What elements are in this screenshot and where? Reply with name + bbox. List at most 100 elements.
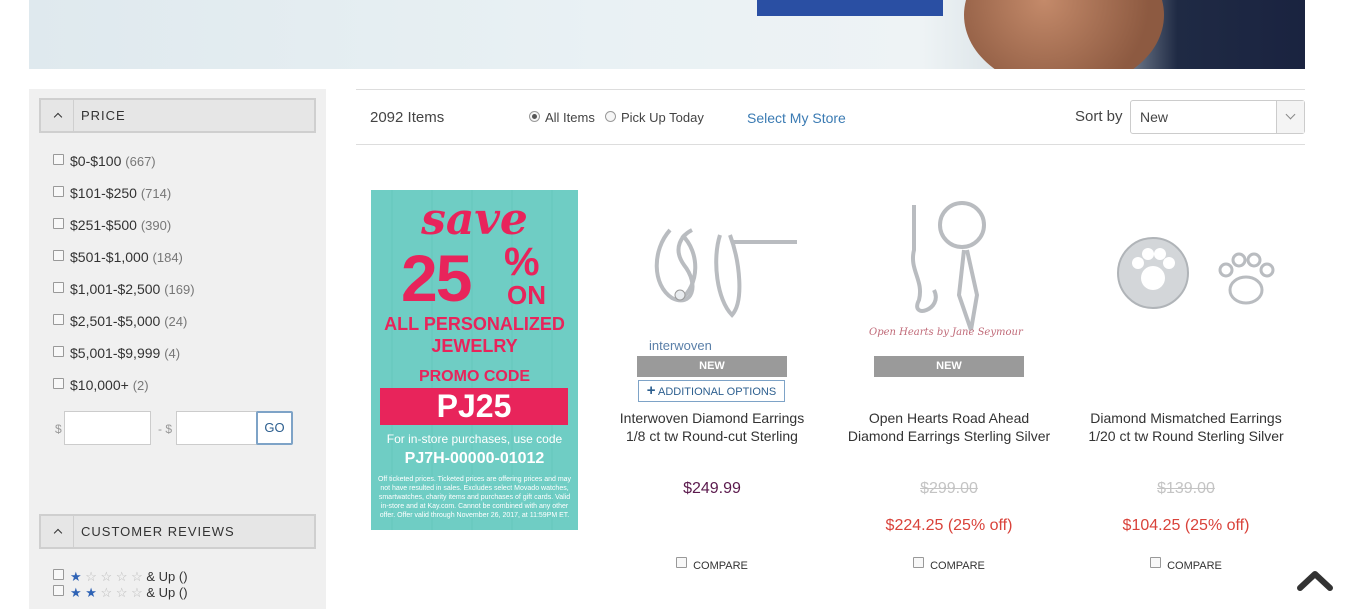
max-price-input[interactable] bbox=[176, 411, 263, 445]
price-filter-option[interactable]: $5,001-$9,999 (4) bbox=[53, 345, 180, 365]
promo-instore-text: For in-store purchases, use code bbox=[386, 432, 563, 446]
review-filter-option[interactable]: ★ ☆ ☆ ☆ ☆ & Up () bbox=[53, 569, 188, 585]
filter-sidebar: PRICE $0-$100 (667) $101-$250 (714) $251… bbox=[29, 89, 326, 609]
compare-checkbox[interactable]: COMPARE bbox=[834, 557, 1064, 572]
radio-unselected-icon[interactable] bbox=[605, 111, 616, 122]
review-filter-option[interactable]: ★ ★ ☆ ☆ ☆ & Up () bbox=[53, 585, 188, 601]
star-empty-icon: ☆ ☆ ☆ bbox=[100, 585, 143, 600]
radio-label: Pick Up Today bbox=[621, 110, 704, 125]
product-title-line: 1/8 ct tw Round-cut Sterling bbox=[626, 428, 798, 444]
radio-pick-up-today[interactable]: Pick Up Today bbox=[605, 110, 704, 125]
promo-percent: 25 bbox=[401, 241, 472, 315]
sale-price: $104.25 (25% off) bbox=[1122, 517, 1250, 534]
star-filled-icon: ★ bbox=[70, 569, 82, 584]
checkbox[interactable] bbox=[53, 378, 64, 389]
compare-checkbox[interactable]: COMPARE bbox=[1071, 557, 1301, 572]
product-title[interactable]: Diamond Mismatched Earrings 1/20 ct tw Ro… bbox=[1071, 409, 1301, 445]
promo-instore-code: PJ7H-00000-01012 bbox=[404, 450, 545, 467]
product-title-line: Interwoven Diamond Earrings bbox=[619, 410, 805, 426]
compare-checkbox[interactable]: COMPARE bbox=[597, 557, 827, 572]
promo-banner[interactable]: save 25 % ON ALL PERSONALIZED JEWELRY PR… bbox=[371, 190, 578, 530]
price-option-count: (714) bbox=[140, 186, 172, 201]
checkbox[interactable] bbox=[913, 557, 925, 568]
price-option-label: $251-$500 bbox=[70, 217, 137, 233]
price-option-count: (667) bbox=[125, 154, 156, 169]
brand-logo-text: Open Hearts by Jane Seymour bbox=[869, 327, 1024, 338]
review-option-label: & Up () bbox=[146, 585, 188, 600]
chevron-up-icon[interactable] bbox=[41, 516, 74, 547]
checkbox[interactable] bbox=[53, 346, 64, 357]
results-toolbar: 2092 Items All Items Pick Up Today Selec… bbox=[356, 89, 1305, 145]
product-title[interactable]: Open Hearts Road Ahead Diamond Earrings S… bbox=[834, 409, 1064, 445]
compare-label: COMPARE bbox=[930, 560, 985, 572]
price-option-label: $1,001-$2,500 bbox=[70, 281, 161, 297]
product-title-line: Open Hearts Road Ahead bbox=[868, 410, 1030, 426]
price-filter-option[interactable]: $1,001-$2,500 (169) bbox=[53, 281, 195, 301]
product-card[interactable]: interwoven NEW + ADDITIONAL OPTIONS Inte… bbox=[597, 190, 827, 590]
additional-options-label: ADDITIONAL OPTIONS bbox=[658, 386, 777, 398]
items-count: 2092 Items bbox=[370, 109, 445, 126]
star-empty-icon: ☆ ☆ ☆ ☆ bbox=[85, 569, 143, 584]
price-facet-header[interactable]: PRICE bbox=[39, 98, 316, 133]
chevron-down-icon[interactable] bbox=[1276, 101, 1304, 133]
product-title-line: 1/20 ct tw Round Sterling Silver bbox=[1088, 428, 1284, 444]
sort-label: Sort by bbox=[1075, 108, 1123, 125]
promo-save-text: save bbox=[421, 194, 528, 245]
checkbox[interactable] bbox=[676, 557, 688, 568]
plus-icon: + bbox=[646, 382, 656, 399]
hero-banner[interactable] bbox=[29, 0, 1305, 69]
product-image[interactable] bbox=[1086, 190, 1286, 355]
promo-line-1: ALL PERSONALIZED bbox=[384, 314, 565, 334]
price-option-count: (24) bbox=[164, 314, 188, 329]
hero-banner-model-image bbox=[964, 0, 1164, 69]
product-title[interactable]: Interwoven Diamond Earrings 1/8 ct tw Rou… bbox=[597, 409, 827, 445]
promo-code: PJ25 bbox=[380, 388, 568, 425]
checkbox[interactable] bbox=[53, 218, 64, 229]
radio-selected-icon[interactable] bbox=[529, 111, 540, 122]
product-card[interactable]: Open Hearts by Jane Seymour NEW Open Hea… bbox=[834, 190, 1064, 590]
reviews-facet-header[interactable]: CUSTOMER REVIEWS bbox=[39, 514, 316, 549]
star-filled-icon: ★ ★ bbox=[70, 585, 97, 600]
compare-label: COMPARE bbox=[1167, 560, 1222, 572]
price-filter-option[interactable]: $251-$500 (390) bbox=[53, 217, 171, 237]
chevron-up-icon[interactable] bbox=[1297, 566, 1333, 596]
range-separator: - $ bbox=[158, 422, 173, 436]
radio-all-items[interactable]: All Items bbox=[529, 110, 595, 125]
checkbox[interactable] bbox=[53, 282, 64, 293]
price-filter-option[interactable]: $101-$250 (714) bbox=[53, 185, 171, 205]
checkbox[interactable] bbox=[53, 250, 64, 261]
checkbox[interactable] bbox=[53, 314, 64, 325]
price-option-label: $10,000+ bbox=[70, 377, 129, 393]
price-option-label: $101-$250 bbox=[70, 185, 137, 201]
price-filter-option[interactable]: $10,000+ (2) bbox=[53, 377, 149, 397]
checkbox[interactable] bbox=[53, 186, 64, 197]
checkbox[interactable] bbox=[53, 154, 64, 165]
price-option-count: (169) bbox=[164, 282, 195, 297]
min-price-input[interactable] bbox=[64, 411, 151, 445]
price-filter-option[interactable]: $2,501-$5,000 (24) bbox=[53, 313, 187, 333]
select-my-store-link[interactable]: Select My Store bbox=[747, 110, 846, 126]
sort-value: New bbox=[1140, 109, 1169, 125]
go-button[interactable]: GO bbox=[256, 411, 293, 445]
checkbox[interactable] bbox=[53, 569, 64, 580]
chevron-up-icon[interactable] bbox=[41, 100, 74, 131]
sort-select[interactable]: New bbox=[1130, 100, 1305, 134]
promo-code-label: PROMO CODE bbox=[418, 368, 531, 385]
additional-options-button[interactable]: + ADDITIONAL OPTIONS bbox=[638, 380, 785, 402]
checkbox[interactable] bbox=[1150, 557, 1162, 568]
price-option-label: $5,001-$9,999 bbox=[70, 345, 161, 361]
product-image[interactable]: interwoven bbox=[612, 190, 812, 355]
price-filter-option[interactable]: $501-$1,000 (184) bbox=[53, 249, 183, 269]
price-option-count: (4) bbox=[164, 346, 181, 361]
promo-fine-print: Off ticketed prices. Ticketed prices are… bbox=[377, 476, 572, 519]
compare-label: COMPARE bbox=[693, 560, 748, 572]
radio-label: All Items bbox=[545, 110, 595, 125]
checkbox[interactable] bbox=[53, 585, 64, 596]
product-image[interactable]: Open Hearts by Jane Seymour bbox=[849, 190, 1049, 355]
product-price: $249.99 bbox=[683, 480, 741, 497]
price-filter-option[interactable]: $0-$100 (667) bbox=[53, 153, 156, 173]
product-card[interactable]: Diamond Mismatched Earrings 1/20 ct tw Ro… bbox=[1071, 190, 1301, 590]
product-title-line: Diamond Earrings Sterling Silver bbox=[847, 428, 1051, 444]
currency-symbol: $ bbox=[55, 422, 62, 436]
original-price: $299.00 bbox=[920, 480, 978, 497]
